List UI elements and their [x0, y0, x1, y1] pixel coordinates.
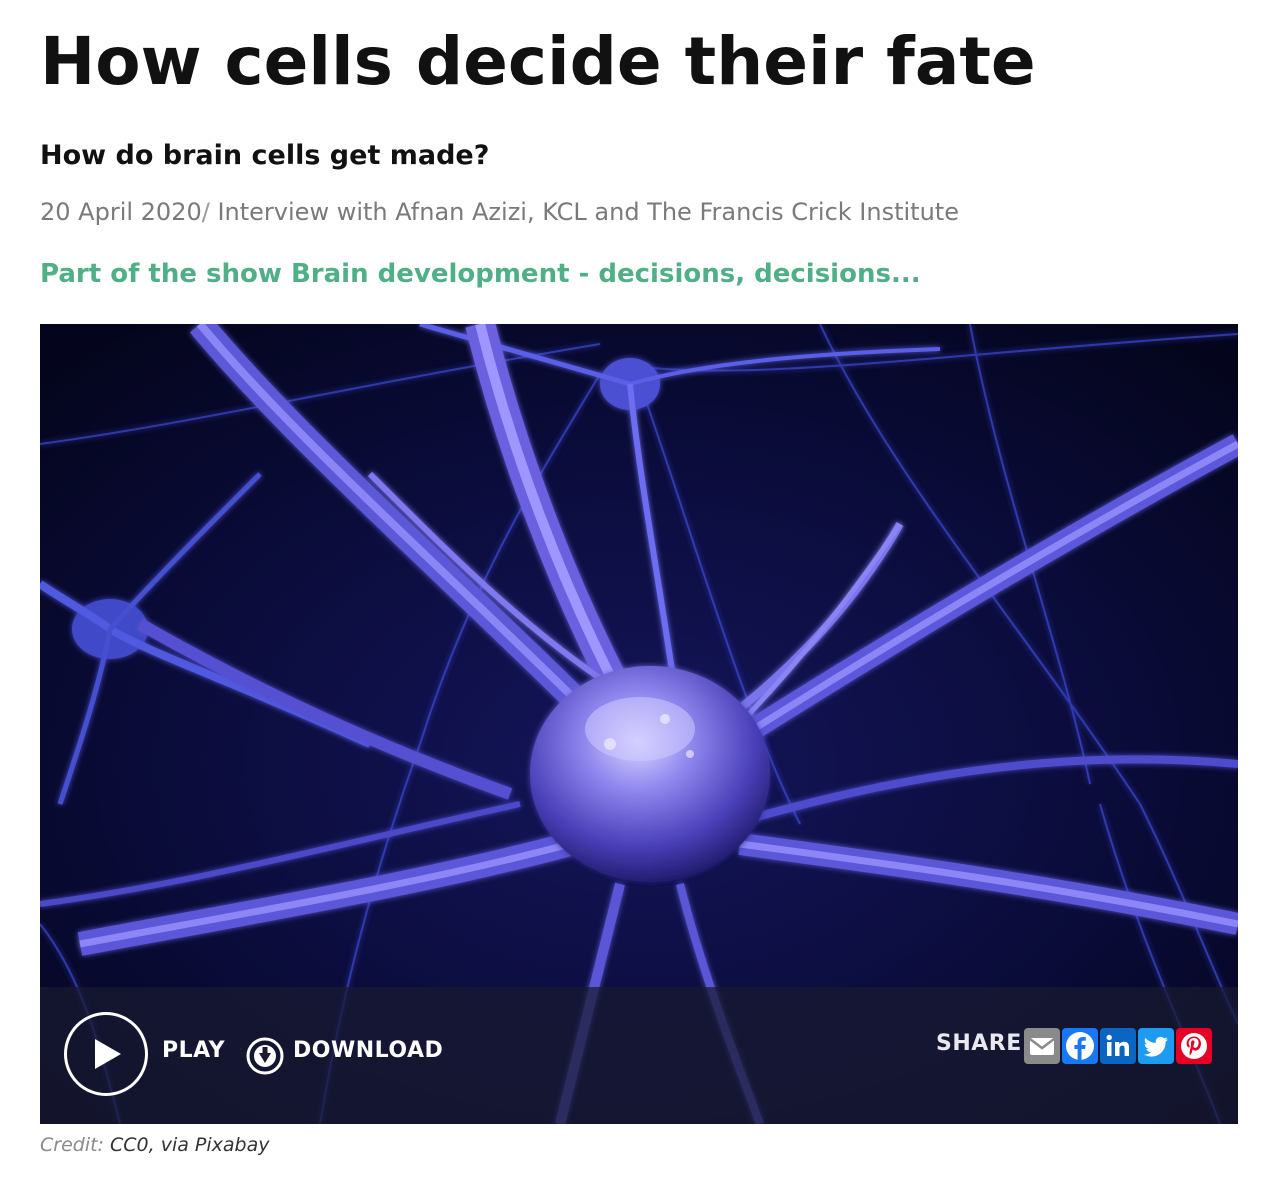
article-title: How cells decide their fate: [40, 23, 1036, 100]
share-label: SHARE: [936, 1031, 1022, 1056]
play-label[interactable]: PLAY: [162, 1038, 225, 1063]
article-meta: 20 April 2020/ Interview with Afnan Aziz…: [40, 196, 959, 228]
article-byline: Interview with Afnan Azizi, KCL and The …: [217, 198, 959, 226]
play-icon: [95, 1039, 121, 1069]
show-link[interactable]: Part of the show Brain development - dec…: [40, 256, 921, 292]
credit-value: CC0, via Pixabay: [110, 1134, 270, 1156]
email-icon[interactable]: [1024, 1028, 1060, 1064]
article-subtitle: How do brain cells get made?: [40, 140, 490, 171]
image-credit: Credit: CC0, via Pixabay: [40, 1134, 270, 1156]
article-date: 20 April 2020: [40, 198, 202, 226]
twitter-icon[interactable]: [1138, 1028, 1174, 1064]
meta-separator: /: [201, 198, 210, 226]
download-label[interactable]: DOWNLOAD: [293, 1038, 443, 1063]
download-icon[interactable]: [245, 1036, 285, 1076]
facebook-icon[interactable]: [1062, 1028, 1098, 1064]
play-button[interactable]: [64, 1012, 148, 1096]
player-controls: PLAY DOWNLOAD SHARE: [40, 987, 1238, 1124]
media-player: PLAY DOWNLOAD SHARE: [40, 324, 1238, 1124]
credit-label: Credit:: [40, 1134, 104, 1156]
pinterest-icon[interactable]: [1176, 1028, 1212, 1064]
linkedin-icon[interactable]: [1100, 1028, 1136, 1064]
